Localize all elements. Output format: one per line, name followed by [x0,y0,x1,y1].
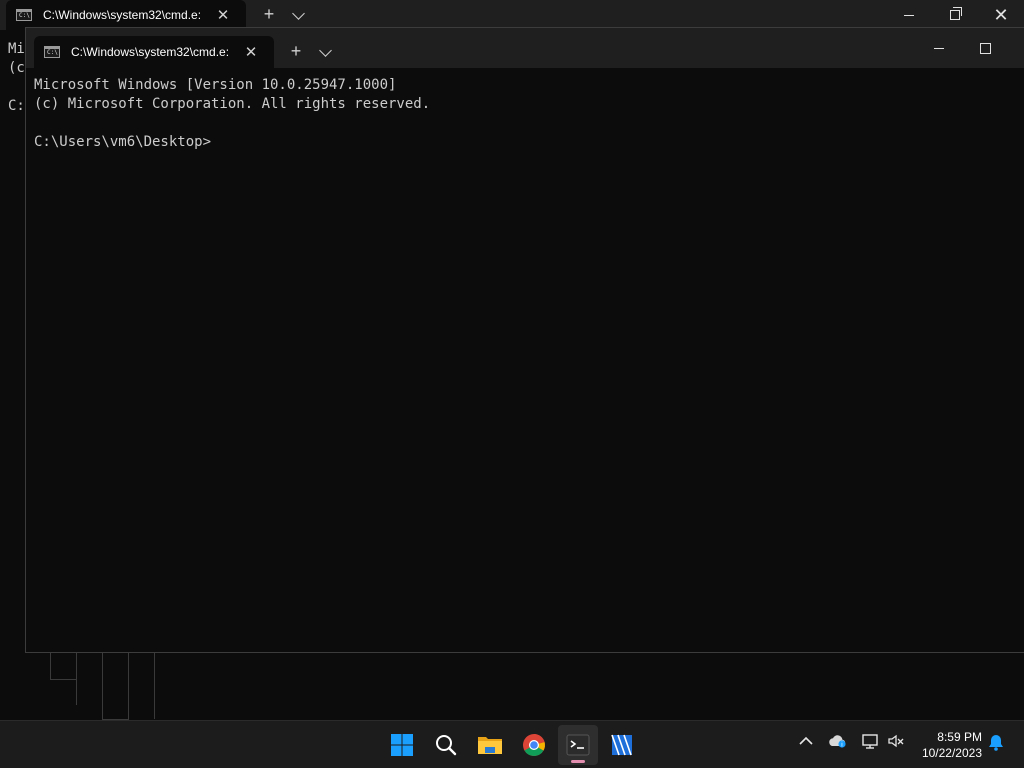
background-tab[interactable]: C:\ C:\Windows\system32\cmd.e: ✕ [6,0,246,30]
background-tab-title: C:\Windows\system32\cmd.e: [43,8,202,22]
active-tab[interactable]: C:\ C:\Windows\system32\cmd.e: ✕ [34,36,274,68]
cmd-icon: C:\ [16,9,32,21]
taskbar: i 8:59 PM 10/22/2023 [0,720,1024,768]
cloud-icon: i [829,735,846,749]
show-hidden-icons-button[interactable] [797,733,815,750]
restore-button[interactable] [932,0,978,30]
video-editor-button[interactable] [602,725,642,765]
terminal-output[interactable]: Microsoft Windows [Version 10.0.25947.10… [34,76,430,152]
close-tab-icon[interactable]: ✕ [216,6,230,24]
folder-icon [478,737,502,754]
chevron-down-icon[interactable] [319,44,332,57]
terminal-window[interactable]: C:\ C:\Windows\system32\cmd.e: ✕ + Micro… [25,27,1024,653]
search-icon [436,735,457,756]
onedrive-button[interactable]: i [828,733,848,753]
close-button[interactable]: ✕ [978,0,1024,30]
minimize-button[interactable] [886,0,932,30]
bell-icon [989,735,1003,751]
tab-title: C:\Windows\system32\cmd.e: [71,45,230,59]
clock-date: 10/22/2023 [921,746,982,760]
new-tab-button[interactable]: + [257,2,281,26]
start-button[interactable] [382,725,422,765]
close-tab-icon[interactable]: ✕ [244,43,258,61]
cmd-icon: C:\ [44,46,60,58]
output-line: Microsoft Windows [Version 10.0.25947.10… [34,77,397,93]
network-icon [862,734,878,749]
maximize-button[interactable] [962,33,1008,63]
chevron-up-icon [799,736,813,745]
chevron-down-icon[interactable] [292,7,305,20]
volume-muted-icon [888,734,904,748]
active-indicator [571,760,585,763]
new-tab-button[interactable]: + [284,39,308,63]
prompt-line: C:\Users\vm6\Desktop> [34,134,212,150]
output-line: (c) Microsoft Corporation. All rights re… [34,96,431,112]
terminal-icon [566,734,590,756]
tab-bar: C:\ C:\Windows\system32\cmd.e: ✕ + [26,28,1024,68]
render-artifact [50,653,77,680]
search-button[interactable] [426,725,466,765]
file-explorer-button[interactable] [470,725,510,765]
render-artifact [154,653,155,719]
minimize-button[interactable] [916,33,962,63]
clock-time: 8:59 PM [937,730,982,744]
render-artifact [102,653,129,720]
clapperboard-icon [611,734,632,756]
render-artifact [128,653,155,719]
chrome-icon [523,734,545,756]
windows-logo-icon [391,734,413,756]
terminal-button[interactable] [558,725,598,765]
chrome-button[interactable] [514,725,554,765]
render-artifact [76,653,103,705]
volume-button[interactable] [886,733,906,753]
clock[interactable]: 8:59 PM 10/22/2023 [922,729,982,761]
notifications-button[interactable] [986,733,1006,755]
network-button[interactable] [860,733,880,753]
background-terminal-output: Mi (c C: [8,41,25,114]
background-tab-bar: C:\ C:\Windows\system32\cmd.e: ✕ + ✕ [0,0,1024,30]
